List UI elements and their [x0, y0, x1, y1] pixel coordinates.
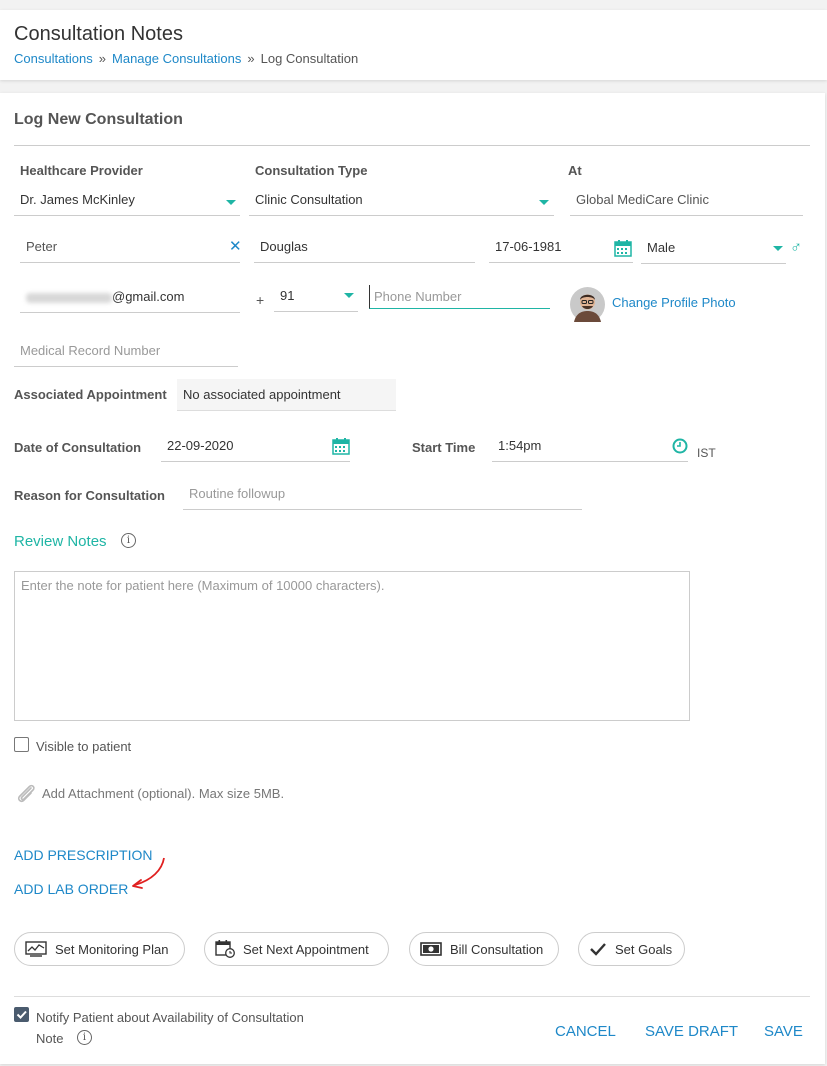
notify-patient-label: Notify Patient about Availability of Con… — [36, 1010, 304, 1025]
email-domain: @gmail.com — [112, 289, 185, 304]
date-label: Date of Consultation — [14, 440, 142, 455]
calendar-icon[interactable] — [614, 240, 632, 257]
review-notes-heading: Review Notes — [14, 533, 107, 550]
reason-input[interactable]: Routine followup — [183, 479, 582, 510]
last-name-input[interactable]: Douglas — [254, 232, 475, 263]
consultation-type-value: Clinic Consultation — [255, 192, 363, 207]
location-label: At — [568, 163, 582, 178]
avatar[interactable] — [570, 287, 605, 322]
gender-value: Male — [647, 240, 676, 255]
reason-placeholder: Routine followup — [189, 486, 286, 501]
dob-value: 17-06-1981 — [495, 239, 562, 254]
start-time-value: 1:54pm — [498, 438, 542, 453]
dob-input[interactable]: 17-06-1981 — [489, 232, 633, 263]
calendar-icon[interactable] — [332, 438, 350, 455]
add-lab-order-link[interactable]: ADD LAB ORDER — [14, 881, 128, 897]
email-input[interactable]: @gmail.com — [20, 282, 240, 313]
set-next-appointment-button[interactable]: Set Next Appointment — [204, 932, 389, 966]
start-time-input[interactable]: 1:54pm — [492, 431, 688, 462]
date-input[interactable]: 22-09-2020 — [161, 431, 350, 462]
annotation-arrow-icon — [132, 857, 165, 889]
consultation-type-label: Consultation Type — [255, 163, 368, 178]
timezone-label: IST — [697, 446, 716, 460]
chevron-down-icon — [344, 293, 354, 298]
breadcrumb-separator: » — [98, 51, 107, 66]
attachment-label[interactable]: Add Attachment (optional). Max size 5MB. — [42, 786, 284, 801]
appointment-field: No associated appointment — [177, 379, 396, 411]
visible-to-patient-label: Visible to patient — [36, 739, 132, 754]
visible-to-patient-checkbox[interactable] — [14, 737, 29, 752]
note-placeholder: Enter the note for patient here (Maximum… — [21, 578, 385, 593]
bill-consultation-button[interactable]: Bill Consultation — [409, 932, 559, 966]
breadcrumb-manage-consultations[interactable]: Manage Consultations — [112, 51, 241, 66]
last-name-value: Douglas — [260, 239, 308, 254]
cancel-button[interactable]: CANCEL — [555, 1023, 616, 1040]
set-goals-label: Set Goals — [615, 941, 673, 957]
check-icon — [590, 943, 606, 956]
medical-record-number-input[interactable]: Medical Record Number — [14, 336, 238, 367]
reason-label: Reason for Consultation — [14, 488, 165, 503]
set-next-appointment-label: Set Next Appointment — [243, 941, 369, 957]
notify-patient-checkbox[interactable] — [14, 1007, 29, 1022]
change-profile-photo-link[interactable]: Change Profile Photo — [612, 295, 736, 310]
appointment-value: No associated appointment — [183, 387, 341, 402]
page-title: Consultation Notes — [14, 23, 183, 45]
consultation-type-select[interactable]: Clinic Consultation — [249, 185, 554, 216]
paperclip-icon[interactable] — [14, 782, 38, 806]
breadcrumb-current: Log Consultation — [260, 51, 359, 66]
start-time-label: Start Time — [412, 440, 476, 455]
breadcrumb-consultations[interactable]: Consultations — [14, 51, 93, 66]
set-monitoring-plan-label: Set Monitoring Plan — [55, 941, 169, 957]
country-code-value: 91 — [280, 288, 295, 303]
save-draft-button[interactable]: SAVE DRAFT — [645, 1023, 738, 1040]
calendar-clock-icon — [215, 940, 235, 958]
first-name-input[interactable]: Peter — [20, 232, 240, 263]
male-icon: ♂ — [790, 239, 802, 256]
footer-divider — [14, 996, 810, 997]
gender-select[interactable]: Male — [641, 233, 786, 264]
section-divider — [14, 145, 810, 146]
provider-select[interactable]: Dr. James McKinley — [14, 185, 240, 216]
info-icon[interactable]: i — [77, 1030, 92, 1045]
clock-icon[interactable] — [672, 438, 688, 454]
set-goals-button[interactable]: Set Goals — [578, 932, 685, 966]
location-field: Global MediCare Clinic — [570, 185, 803, 216]
set-monitoring-plan-button[interactable]: Set Monitoring Plan — [14, 932, 185, 966]
breadcrumb: Consultations » Manage Consultations » Log C… — [14, 51, 358, 66]
chevron-down-icon — [773, 246, 783, 251]
email-redacted — [26, 292, 112, 303]
consultation-form-card: Log New Consultation Healthcare Provider… — [0, 93, 825, 1064]
check-icon — [16, 1010, 27, 1019]
mrn-placeholder: Medical Record Number — [20, 343, 161, 358]
phone-number-input[interactable]: Phone Number — [369, 285, 550, 309]
info-icon[interactable]: i — [121, 533, 136, 548]
bill-consultation-label: Bill Consultation — [450, 941, 544, 957]
chart-icon — [25, 941, 47, 957]
location-value: Global MediCare Clinic — [576, 192, 709, 207]
provider-label: Healthcare Provider — [20, 163, 143, 178]
first-name-value: Peter — [26, 239, 58, 254]
section-title: Log New Consultation — [14, 111, 183, 128]
notify-patient-label-note: Note — [36, 1031, 64, 1046]
clear-icon[interactable]: ✕ — [229, 237, 242, 255]
chevron-down-icon — [226, 200, 236, 205]
appointment-label: Associated Appointment — [14, 387, 167, 402]
date-value: 22-09-2020 — [167, 438, 234, 453]
breadcrumb-separator: » — [247, 51, 255, 66]
note-textarea[interactable]: Enter the note for patient here (Maximum… — [14, 571, 690, 721]
provider-value: Dr. James McKinley — [20, 192, 135, 207]
bill-icon — [420, 942, 442, 956]
chevron-down-icon — [539, 200, 549, 205]
phone-plus-sign: + — [256, 292, 265, 308]
page-header: Consultation Notes Consultations » Manage … — [0, 10, 827, 80]
phone-placeholder: Phone Number — [374, 289, 462, 304]
save-button[interactable]: SAVE — [764, 1023, 803, 1040]
